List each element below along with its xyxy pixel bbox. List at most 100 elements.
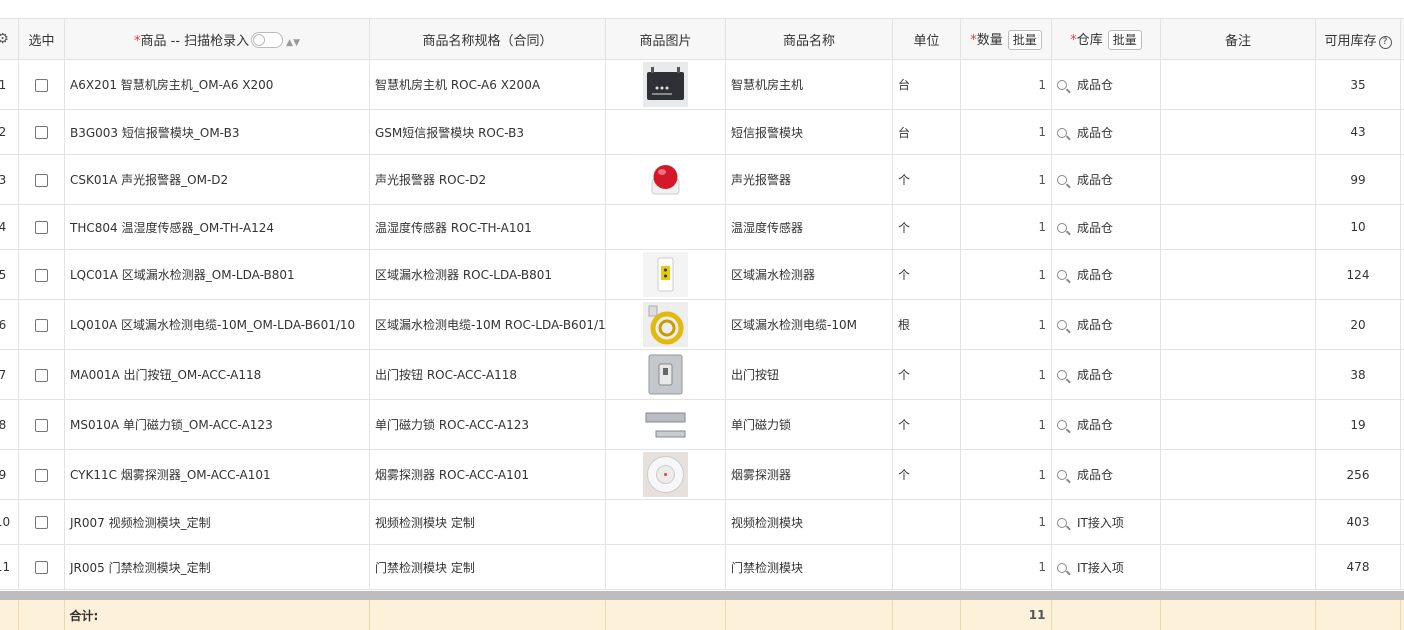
name-cell[interactable]: 温湿度传感器 bbox=[726, 205, 893, 250]
warehouse-cell[interactable]: 成品仓 bbox=[1052, 300, 1161, 350]
checkbox[interactable] bbox=[35, 469, 48, 482]
note-cell[interactable] bbox=[1161, 60, 1316, 110]
note-cell[interactable] bbox=[1161, 205, 1316, 250]
checkbox[interactable] bbox=[35, 561, 48, 574]
product-cell[interactable]: B3G003 短信报警模块_OM-B3 bbox=[65, 110, 370, 155]
warehouse-cell[interactable]: 成品仓 bbox=[1052, 110, 1161, 155]
warehouse-cell[interactable]: 成品仓 bbox=[1052, 250, 1161, 300]
help-icon[interactable]: ? bbox=[1379, 36, 1392, 49]
note-cell[interactable] bbox=[1161, 545, 1316, 590]
unit-cell[interactable]: 个 bbox=[893, 450, 961, 500]
warehouse-cell[interactable]: IT接入项 bbox=[1052, 500, 1161, 545]
name-cell[interactable]: 区域漏水检测器 bbox=[726, 250, 893, 300]
name-cell[interactable]: 短信报警模块 bbox=[726, 110, 893, 155]
unit-cell[interactable]: 台 bbox=[893, 110, 961, 155]
header-product[interactable]: *商品 -- 扫描枪录入▲▼ bbox=[65, 19, 370, 60]
checkbox[interactable] bbox=[35, 419, 48, 432]
qty-cell[interactable]: 1 bbox=[961, 250, 1052, 300]
spec-cell[interactable]: 门禁检测模块 定制 bbox=[370, 545, 606, 590]
search-icon[interactable] bbox=[1057, 223, 1067, 233]
row-checkbox[interactable] bbox=[19, 300, 65, 350]
column-settings[interactable]: ⚙ bbox=[0, 19, 19, 60]
product-cell[interactable]: CSK01A 声光报警器_OM-D2 bbox=[65, 155, 370, 205]
table-row[interactable]: 6LQ010A 区域漏水检测电缆-10M_OM-LDA-B601/10区域漏水检… bbox=[0, 300, 1404, 350]
product-cell[interactable]: JR007 视频检测模块_定制 bbox=[65, 500, 370, 545]
spec-cell[interactable]: 视频检测模块 定制 bbox=[370, 500, 606, 545]
row-checkbox[interactable] bbox=[19, 60, 65, 110]
qty-cell[interactable]: 1 bbox=[961, 450, 1052, 500]
row-checkbox[interactable] bbox=[19, 400, 65, 450]
note-cell[interactable] bbox=[1161, 155, 1316, 205]
name-cell[interactable]: 视频检测模块 bbox=[726, 500, 893, 545]
search-icon[interactable] bbox=[1057, 518, 1067, 528]
unit-cell[interactable]: 台 bbox=[893, 60, 961, 110]
warehouse-cell[interactable]: 成品仓 bbox=[1052, 155, 1161, 205]
qty-cell[interactable]: 1 bbox=[961, 545, 1052, 590]
qty-cell[interactable]: 1 bbox=[961, 300, 1052, 350]
name-cell[interactable]: 智慧机房主机 bbox=[726, 60, 893, 110]
qty-cell[interactable]: 1 bbox=[961, 60, 1052, 110]
name-cell[interactable]: 烟雾探测器 bbox=[726, 450, 893, 500]
name-cell[interactable]: 区域漏水检测电缆-10M bbox=[726, 300, 893, 350]
product-cell[interactable]: A6X201 智慧机房主机_OM-A6 X200 bbox=[65, 60, 370, 110]
spec-cell[interactable]: 区域漏水检测器 ROC-LDA-B801 bbox=[370, 250, 606, 300]
spec-cell[interactable]: 声光报警器 ROC-D2 bbox=[370, 155, 606, 205]
note-cell[interactable] bbox=[1161, 250, 1316, 300]
note-cell[interactable] bbox=[1161, 500, 1316, 545]
spec-cell[interactable]: 单门磁力锁 ROC-ACC-A123 bbox=[370, 400, 606, 450]
horizontal-scrollbar[interactable] bbox=[0, 591, 1404, 600]
warehouse-cell[interactable]: 成品仓 bbox=[1052, 350, 1161, 400]
warehouse-cell[interactable]: IT接入项 bbox=[1052, 545, 1161, 590]
qty-cell[interactable]: 1 bbox=[961, 350, 1052, 400]
product-cell[interactable]: LQ010A 区域漏水检测电缆-10M_OM-LDA-B601/10 bbox=[65, 300, 370, 350]
unit-cell[interactable]: 根 bbox=[893, 300, 961, 350]
checkbox[interactable] bbox=[35, 516, 48, 529]
name-cell[interactable]: 声光报警器 bbox=[726, 155, 893, 205]
note-cell[interactable] bbox=[1161, 300, 1316, 350]
product-cell[interactable]: MS010A 单门磁力锁_OM-ACC-A123 bbox=[65, 400, 370, 450]
row-checkbox[interactable] bbox=[19, 205, 65, 250]
warehouse-cell[interactable]: 成品仓 bbox=[1052, 400, 1161, 450]
search-icon[interactable] bbox=[1057, 420, 1067, 430]
warehouse-batch-button[interactable]: 批量 bbox=[1108, 30, 1142, 50]
spec-cell[interactable]: 区域漏水检测电缆-10M ROC-LDA-B601/10 bbox=[370, 300, 606, 350]
product-cell[interactable]: CYK11C 烟雾探测器_OM-ACC-A101 bbox=[65, 450, 370, 500]
checkbox[interactable] bbox=[35, 269, 48, 282]
note-cell[interactable] bbox=[1161, 400, 1316, 450]
row-checkbox[interactable] bbox=[19, 350, 65, 400]
search-icon[interactable] bbox=[1057, 563, 1067, 573]
unit-cell[interactable]: 个 bbox=[893, 400, 961, 450]
row-checkbox[interactable] bbox=[19, 450, 65, 500]
qty-batch-button[interactable]: 批量 bbox=[1008, 30, 1042, 50]
table-row[interactable]: 3CSK01A 声光报警器_OM-D2声光报警器 ROC-D2声光报警器个1成品… bbox=[0, 155, 1404, 205]
checkbox[interactable] bbox=[35, 174, 48, 187]
scanner-toggle[interactable] bbox=[251, 32, 283, 48]
search-icon[interactable] bbox=[1057, 270, 1067, 280]
table-row[interactable]: 4THC804 温湿度传感器_OM-TH-A124温湿度传感器 ROC-TH-A… bbox=[0, 205, 1404, 250]
product-cell[interactable]: JR005 门禁检测模块_定制 bbox=[65, 545, 370, 590]
name-cell[interactable]: 单门磁力锁 bbox=[726, 400, 893, 450]
spec-cell[interactable]: 烟雾探测器 ROC-ACC-A101 bbox=[370, 450, 606, 500]
product-cell[interactable]: LQC01A 区域漏水检测器_OM-LDA-B801 bbox=[65, 250, 370, 300]
table-row[interactable]: 8MS010A 单门磁力锁_OM-ACC-A123单门磁力锁 ROC-ACC-A… bbox=[0, 400, 1404, 450]
unit-cell[interactable]: 个 bbox=[893, 205, 961, 250]
unit-cell[interactable] bbox=[893, 500, 961, 545]
gear-icon[interactable]: ⚙ bbox=[0, 31, 9, 47]
table-row[interactable]: 11JR005 门禁检测模块_定制门禁检测模块 定制门禁检测模块1IT接入项47… bbox=[0, 545, 1404, 590]
spec-cell[interactable]: GSM短信报警模块 ROC-B3 bbox=[370, 110, 606, 155]
spec-cell[interactable]: 出门按钮 ROC-ACC-A118 bbox=[370, 350, 606, 400]
search-icon[interactable] bbox=[1057, 370, 1067, 380]
table-row[interactable]: 7MA001A 出门按钮_OM-ACC-A118出门按钮 ROC-ACC-A11… bbox=[0, 350, 1404, 400]
checkbox[interactable] bbox=[35, 319, 48, 332]
warehouse-cell[interactable]: 成品仓 bbox=[1052, 450, 1161, 500]
table-row[interactable]: 5LQC01A 区域漏水检测器_OM-LDA-B801区域漏水检测器 ROC-L… bbox=[0, 250, 1404, 300]
sort-icon[interactable]: ▲▼ bbox=[286, 38, 300, 48]
note-cell[interactable] bbox=[1161, 110, 1316, 155]
checkbox[interactable] bbox=[35, 369, 48, 382]
warehouse-cell[interactable]: 成品仓 bbox=[1052, 60, 1161, 110]
name-cell[interactable]: 出门按钮 bbox=[726, 350, 893, 400]
row-checkbox[interactable] bbox=[19, 545, 65, 590]
search-icon[interactable] bbox=[1057, 175, 1067, 185]
table-row[interactable]: 9CYK11C 烟雾探测器_OM-ACC-A101烟雾探测器 ROC-ACC-A… bbox=[0, 450, 1404, 500]
row-checkbox[interactable] bbox=[19, 110, 65, 155]
